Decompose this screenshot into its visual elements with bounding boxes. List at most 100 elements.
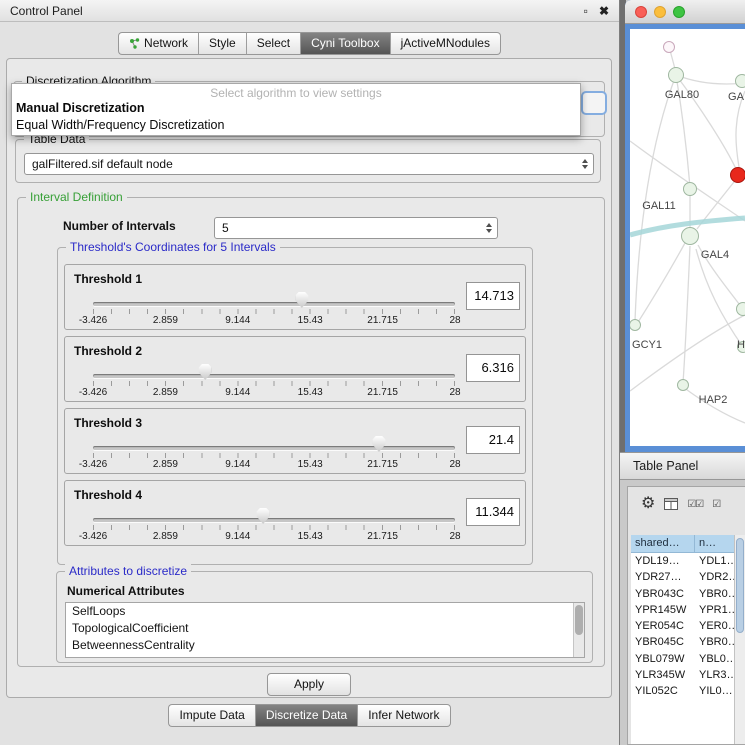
threshold-slider[interactable]: -3.4262.8599.14415.4321.71528 <box>93 337 455 401</box>
table-row[interactable]: YDR27…YDR2… <box>631 569 734 585</box>
gear-icon[interactable]: ⚙ <box>641 496 655 512</box>
slider-track[interactable] <box>93 446 455 450</box>
tab-discretize-data[interactable]: Discretize Data <box>255 704 357 727</box>
tab-cyni-toolbox[interactable]: Cyni Toolbox <box>300 32 389 55</box>
control-panel-titlebar: Control Panel ▫ ✖ <box>0 0 619 22</box>
table-cell: YER054C <box>631 618 695 634</box>
table-cell: YBR043C <box>631 586 695 602</box>
tab-impute-data[interactable]: Impute Data <box>168 704 254 727</box>
select-columns-icon[interactable]: ☑☑ <box>687 499 703 510</box>
tab-style[interactable]: Style <box>198 32 246 55</box>
slider-scale-label: 9.144 <box>225 531 250 542</box>
zoom-button[interactable] <box>673 6 685 18</box>
threshold-value-field[interactable]: 14.713 <box>466 282 520 310</box>
tab-cyni-toolbox-label: Cyni Toolbox <box>311 36 379 50</box>
table-row[interactable]: YLR345WYLR3… <box>631 667 734 683</box>
window-title: Control Panel <box>10 4 83 18</box>
network-node[interactable] <box>730 167 745 183</box>
slider-scale-label: 15.43 <box>298 459 323 470</box>
table-row[interactable]: YDL19…YDL1… <box>631 553 734 569</box>
network-window-titlebar <box>625 0 745 24</box>
slider-scale-label: 15.43 <box>298 387 323 398</box>
numerical-attributes-label: Numerical Attributes <box>67 584 185 598</box>
slider-track[interactable] <box>93 302 455 306</box>
tab-jactivemnodules[interactable]: jActiveMNodules <box>390 32 501 55</box>
network-node[interactable] <box>736 302 745 316</box>
apply-button[interactable]: Apply <box>267 673 351 696</box>
select-rows-icon[interactable]: ☑ <box>712 499 720 510</box>
dropdown-option-equal-width-frequency[interactable]: Equal Width/Frequency Discretization <box>12 117 580 134</box>
attributes-scrollbar-thumb[interactable] <box>575 605 583 635</box>
threshold-slider[interactable]: -3.4262.8599.14415.4321.71528 <box>93 265 455 329</box>
network-canvas[interactable]: GAL80GAGAL11GAL4GCY1HHAP2 <box>630 29 745 446</box>
tab-style-label: Style <box>209 36 236 50</box>
network-node[interactable] <box>735 74 745 88</box>
threshold-box: Threshold 3 -3.4262.8599.14415.4321.7152… <box>64 408 526 474</box>
network-node[interactable] <box>663 41 675 53</box>
attributes-scrollbar[interactable] <box>573 603 584 657</box>
threshold-value-field[interactable]: 11.344 <box>466 498 520 526</box>
close-icon[interactable]: ✖ <box>599 4 609 18</box>
table-row[interactable]: YER054CYER0… <box>631 618 734 634</box>
tab-select[interactable]: Select <box>246 32 300 55</box>
node-label: GA <box>728 91 744 103</box>
table-data-group: Table Data galFiltered.sif default node <box>15 139 601 183</box>
threshold-slider[interactable]: -3.4262.8599.14415.4321.71528 <box>93 481 455 545</box>
attribute-item[interactable]: SelfLoops <box>66 603 584 620</box>
tab-infer-network-label: Infer Network <box>368 708 439 722</box>
table-scrollbar-thumb[interactable] <box>736 538 744 633</box>
slider-scale-label: 2.859 <box>153 459 178 470</box>
tab-jactivemnodules-label: jActiveMNodules <box>401 36 490 50</box>
interval-definition-group-title: Interval Definition <box>26 190 127 204</box>
slider-scale: -3.4262.8599.14415.4321.71528 <box>93 531 455 543</box>
table-cell: YBL0… <box>695 651 734 667</box>
control-panel-window: Control Panel ▫ ✖ Network Style Select C… <box>0 0 620 745</box>
table-cell: YER0… <box>695 618 734 634</box>
node-label: HAP2 <box>699 394 728 406</box>
node-label: GAL80 <box>665 89 699 101</box>
slider-track[interactable] <box>93 518 455 522</box>
attribute-item[interactable]: TopologicalCoefficient <box>66 620 584 637</box>
table-row[interactable]: YPR145WYPR1… <box>631 602 734 618</box>
table-row[interactable]: YBR043CYBR0… <box>631 586 734 602</box>
table-data-combobox[interactable]: galFiltered.sif default node <box>24 153 594 175</box>
threshold-value-field[interactable]: 21.4 <box>466 426 520 454</box>
float-window-icon[interactable]: ▫ <box>584 4 588 18</box>
slider-scale-label: 21.715 <box>367 387 398 398</box>
network-node[interactable] <box>681 227 699 245</box>
slider-scale-label: -3.426 <box>79 531 107 542</box>
network-node[interactable] <box>668 67 684 83</box>
table-cell: YPR145W <box>631 602 695 618</box>
slider-track[interactable] <box>93 374 455 378</box>
slider-scale-label: 9.144 <box>225 459 250 470</box>
columns-icon[interactable] <box>664 498 678 510</box>
close-button[interactable] <box>635 6 647 18</box>
threshold-box: Threshold 2 -3.4262.8599.14415.4321.7152… <box>64 336 526 402</box>
slider-scale-label: 9.144 <box>225 315 250 326</box>
algorithm-combo-focus-ring[interactable] <box>581 91 607 115</box>
combobox-stepper-icon <box>582 159 588 169</box>
bottom-tabbar: Impute Data Discretize Data Infer Networ… <box>0 704 619 727</box>
threshold-slider[interactable]: -3.4262.8599.14415.4321.71528 <box>93 409 455 473</box>
attribute-item[interactable]: BetweennessCentrality <box>66 637 584 654</box>
tab-infer-network[interactable]: Infer Network <box>357 704 450 727</box>
dropdown-option-manual-discretization[interactable]: Manual Discretization <box>12 100 580 117</box>
table-cell: YBR0… <box>695 586 734 602</box>
table-row[interactable]: YBR045CYBR0… <box>631 634 734 650</box>
slider-scale-label: -3.426 <box>79 387 107 398</box>
column-header-name[interactable]: n… <box>695 535 734 553</box>
slider-scale-label: 2.859 <box>153 531 178 542</box>
threshold-value-field[interactable]: 6.316 <box>466 354 520 382</box>
table-row[interactable]: YIL052CYIL0… <box>631 683 734 699</box>
table-cell: YPR1… <box>695 602 734 618</box>
minimize-button[interactable] <box>654 6 666 18</box>
tab-network[interactable]: Network <box>118 32 198 55</box>
network-node[interactable] <box>677 379 689 391</box>
network-node[interactable] <box>683 182 697 196</box>
number-of-intervals-combobox[interactable]: 5 <box>214 217 498 239</box>
number-of-intervals-value: 5 <box>222 221 229 235</box>
column-header-shared-name[interactable]: shared… <box>631 535 695 553</box>
table-scrollbar[interactable] <box>734 535 745 744</box>
table-row[interactable]: YBL079WYBL0… <box>631 651 734 667</box>
table-cell: YBR0… <box>695 634 734 650</box>
